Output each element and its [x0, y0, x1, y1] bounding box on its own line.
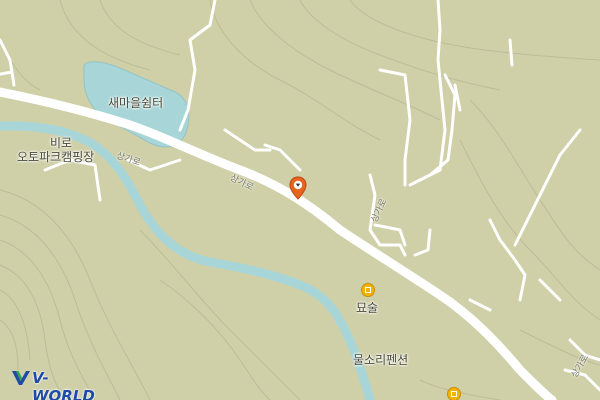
map-base-layer: [0, 0, 600, 400]
location-pin-icon[interactable]: [289, 176, 307, 200]
vworld-logo-text: V-WORLD: [32, 369, 95, 400]
vworld-logo: V-WORLD: [10, 368, 106, 400]
lodging-icon[interactable]: [447, 387, 461, 400]
vworld-logo-mark: [12, 371, 30, 385]
camping-label-line2: 오토파크캠핑장: [17, 150, 95, 164]
restaurant-icon[interactable]: [361, 283, 375, 297]
camping-label-line1: 비로: [49, 136, 73, 150]
rest-area-label: 새마을쉼터: [108, 96, 164, 110]
map-canvas[interactable]: 새마을쉼터 비로 오토파크캠핑장 묘술 물소리펜션 상가로 상가로 상가로 상가…: [0, 0, 600, 400]
pension-label: 물소리펜션: [353, 353, 409, 367]
restaurant-label: 묘술: [356, 301, 379, 315]
